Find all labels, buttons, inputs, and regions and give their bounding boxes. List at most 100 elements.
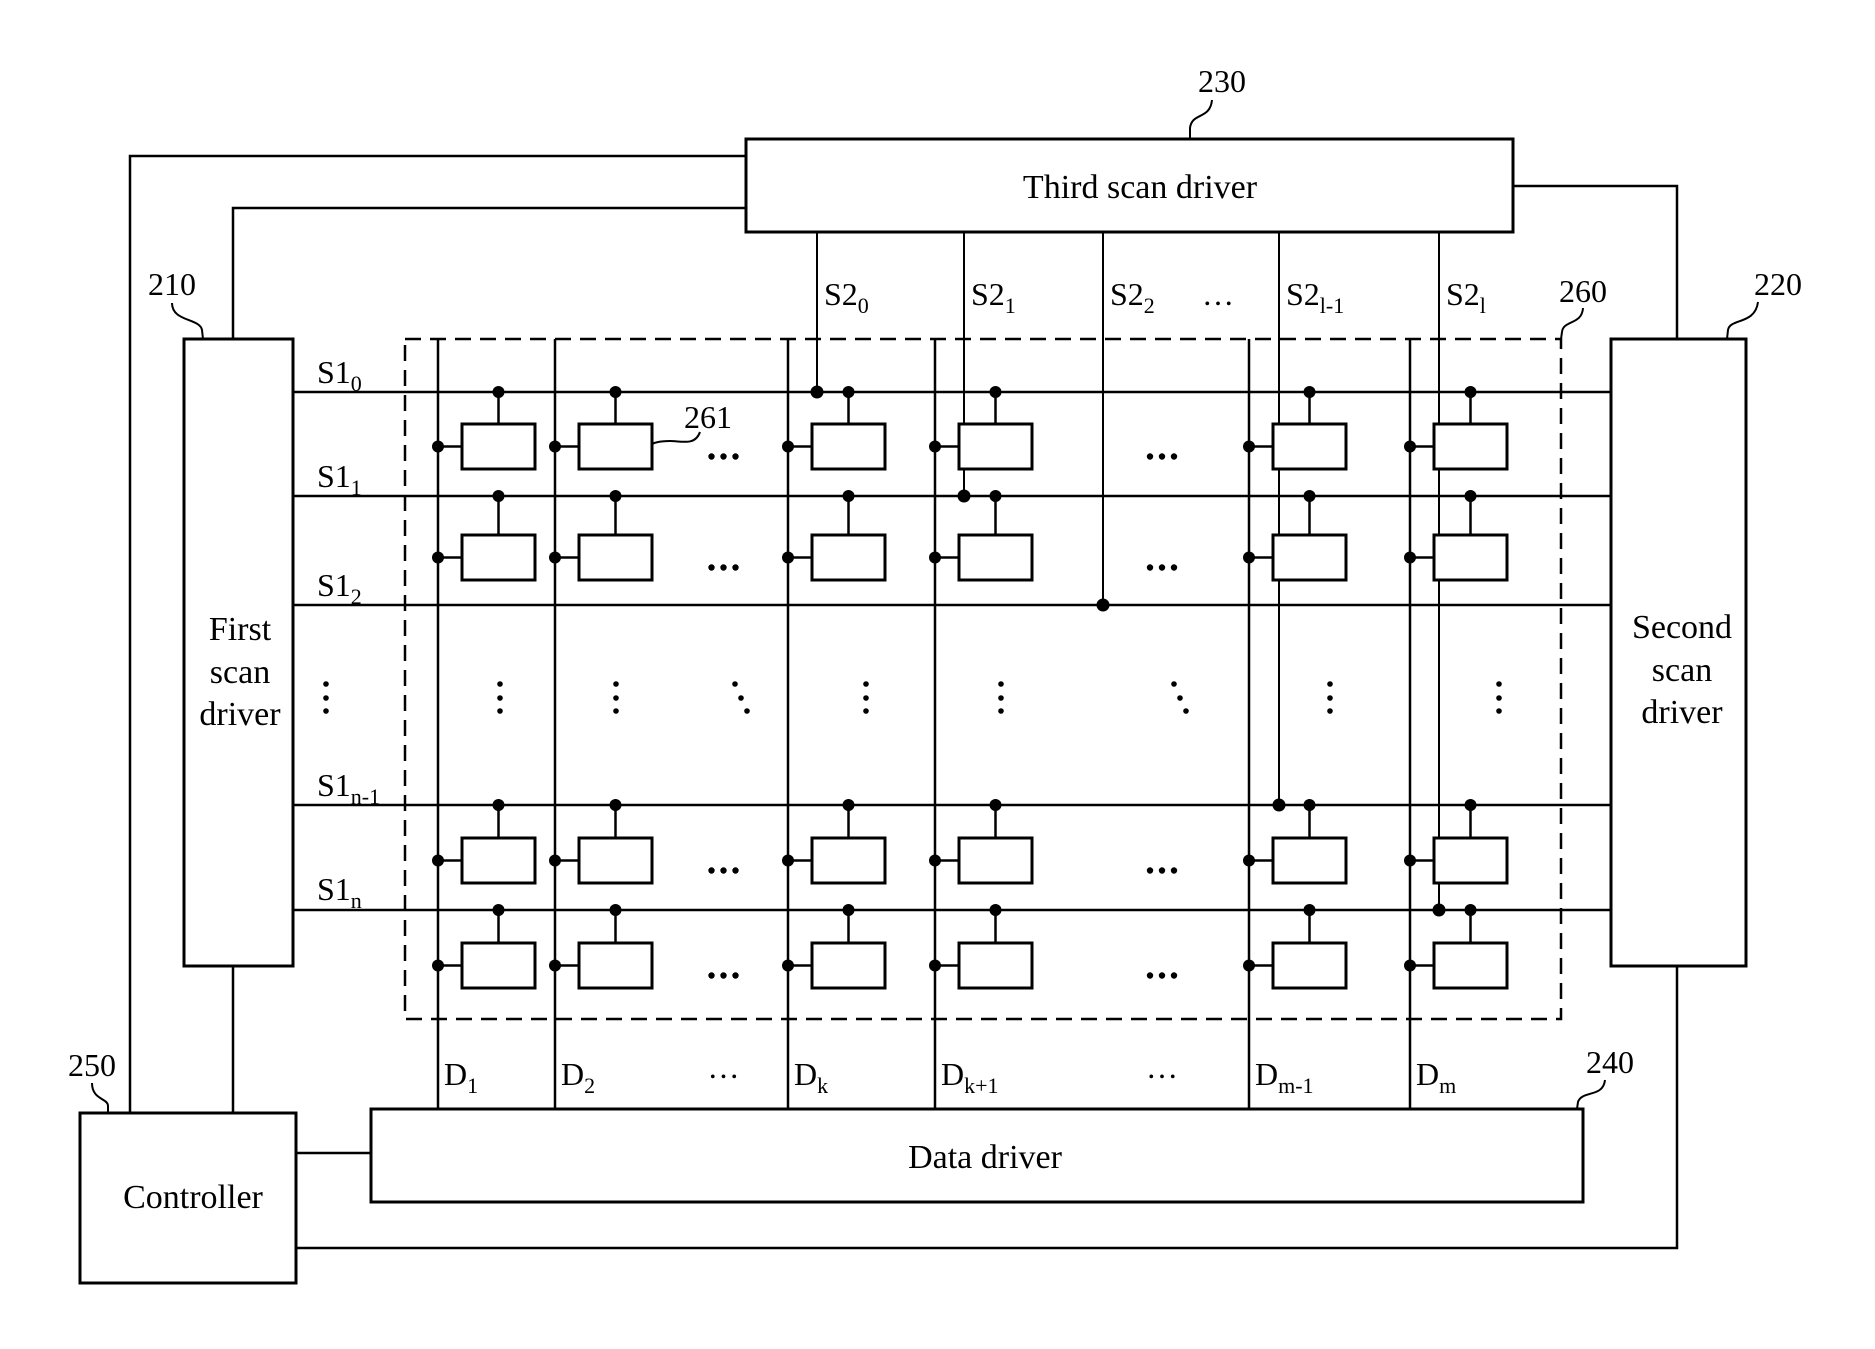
third-scan-driver-label: Third scan driver: [1023, 169, 1258, 206]
controller[interactable]: Controller: [78, 1111, 298, 1285]
ref-230: 230: [1198, 63, 1246, 99]
label-s1-2: S12: [317, 567, 362, 609]
pixel-261: [957, 422, 1034, 471]
pixel-261: [810, 422, 887, 471]
pixel-data-junction-dot: [1404, 854, 1416, 867]
ref-240: 240: [1586, 1044, 1634, 1080]
vertical-ellipsis-dot: [323, 695, 329, 701]
pixel-261: [957, 941, 1034, 990]
ref-210: 210: [148, 266, 196, 302]
pixel-261: [957, 533, 1034, 582]
pixel-scan-junction-dot: [1464, 799, 1477, 811]
vertical-ellipsis-dot: [1327, 708, 1333, 714]
pixel-261: [460, 533, 537, 582]
pixel-data-junction-dot: [549, 551, 561, 564]
diagonal-ellipsis-dot: [1177, 695, 1183, 701]
pixel-261: [810, 836, 887, 885]
pixel-scan-junction-dot: [492, 799, 505, 811]
pixel-261: [1271, 941, 1348, 990]
label-d-m: Dm: [1416, 1056, 1456, 1098]
ellipsis-dot: [1146, 972, 1154, 979]
pixel-261: [1432, 836, 1509, 885]
ref-260: 260: [1559, 273, 1607, 309]
ellipsis-dot: [1170, 867, 1178, 874]
ellipsis-dot: [720, 867, 727, 874]
ellipsis-dot: [1146, 453, 1154, 460]
pixel-data-junction-dot: [929, 854, 941, 867]
vertical-ellipsis-dot: [613, 681, 619, 687]
vertical-ellipsis-dot: [323, 681, 329, 687]
second-scan-driver-label-line3: driver: [1641, 694, 1723, 731]
vertical-ellipsis-dot: [998, 695, 1004, 701]
label-d-ellipsis-0: …: [708, 1049, 740, 1085]
pixel-261: [577, 941, 654, 990]
first-scan-driver-label-line2: scan: [210, 654, 270, 691]
second-scan-driver[interactable]: Second scan driver: [1609, 337, 1748, 968]
pixel-scan-junction-dot: [1464, 386, 1477, 398]
display-device-block-diagram: First scan driver Second scan driver Thi…: [68, 63, 1802, 1285]
pixel-261: [810, 533, 887, 582]
ellipsis-dot: [1158, 972, 1166, 979]
pixel-data-junction-dot: [929, 551, 941, 564]
label-s1-0: S10: [317, 354, 362, 396]
ellipsis-dot: [708, 564, 715, 571]
pixel-scan-junction-dot: [1303, 490, 1316, 502]
pixel-scan-junction-dot: [609, 799, 622, 811]
pixel-scan-junction-dot: [989, 904, 1002, 916]
pixel-data-junction-dot: [782, 959, 794, 972]
pixel-261: [1271, 422, 1348, 471]
vertical-ellipsis-dot: [613, 708, 619, 714]
second-scan-driver-label-line1: Second: [1632, 609, 1732, 646]
label-d-k: Dk: [794, 1056, 828, 1098]
pixel-data-junction-dot: [929, 959, 941, 972]
pixel-scan-junction-dot: [842, 904, 855, 916]
ref-220: 220: [1754, 266, 1802, 302]
pixel-grid: [293, 232, 1611, 1109]
pixel-261: [810, 941, 887, 990]
ellipsis-dot: [708, 867, 715, 874]
label-s2-l-1: S2l-1: [1286, 276, 1344, 318]
vertical-ellipsis-dot: [863, 708, 869, 714]
vertical-ellipsis-dot: [1496, 708, 1502, 714]
pixel-scan-junction-dot: [842, 490, 855, 502]
junction-dot-s2-1: [957, 489, 971, 503]
pixel-261: [1432, 533, 1509, 582]
vertical-ellipsis-dot: [1496, 681, 1502, 687]
pixel-scan-junction-dot: [492, 386, 505, 398]
vertical-ellipsis-dot: [998, 708, 1004, 714]
ref-261: 261: [684, 399, 732, 435]
ellipsis-dot: [720, 453, 727, 460]
pixel-261: [460, 422, 537, 471]
ellipsis-dot: [708, 972, 715, 979]
leader-230: [1189, 99, 1213, 139]
ellipsis-dot: [1170, 453, 1178, 460]
vertical-ellipsis-dot: [863, 695, 869, 701]
pixel-data-junction-dot: [1404, 551, 1416, 564]
data-driver[interactable]: Data driver: [369, 1107, 1585, 1204]
ellipsis-dot: [1158, 867, 1166, 874]
ellipsis-dot: [708, 453, 715, 460]
pixel-scan-junction-dot: [1464, 490, 1477, 502]
pixel-261: [460, 941, 537, 990]
ellipsis-dot: [1146, 867, 1154, 874]
first-scan-driver[interactable]: First scan driver: [182, 337, 295, 968]
label-d-1: D1: [444, 1056, 478, 1098]
wire-third-driver-to-second-driver: [1513, 184, 1679, 339]
pixel-261: [1432, 422, 1509, 471]
pixel-data-junction-dot: [782, 854, 794, 867]
ellipsis-dot: [732, 867, 739, 874]
leader-210: [171, 302, 204, 340]
pixel-scan-junction-dot: [1464, 904, 1477, 916]
junction-dot-s2-3: [1272, 798, 1286, 812]
first-scan-driver-box[interactable]: [182, 337, 295, 968]
third-scan-driver[interactable]: Third scan driver: [744, 137, 1515, 234]
pixel-scan-junction-dot: [989, 386, 1002, 398]
pixel-261: [577, 533, 654, 582]
label-s1-1: S11: [317, 458, 362, 500]
pixel-scan-junction-dot: [842, 799, 855, 811]
vertical-ellipsis-dot: [613, 695, 619, 701]
vertical-ellipsis-dot: [497, 695, 503, 701]
vertical-ellipsis-dot: [1327, 695, 1333, 701]
diagonal-ellipsis-dot: [744, 708, 750, 714]
pixel-scan-junction-dot: [989, 490, 1002, 502]
